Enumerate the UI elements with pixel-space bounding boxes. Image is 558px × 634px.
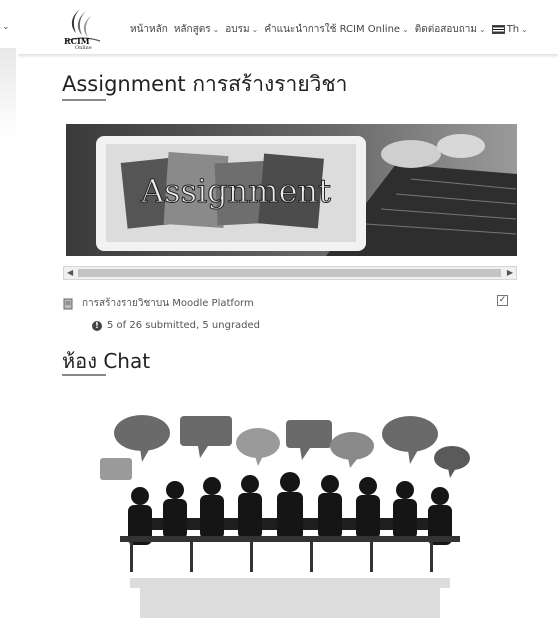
navbar-shadow	[18, 54, 558, 58]
nav-item-label: ติดต่อสอบถาม	[414, 24, 477, 35]
section-title-assignment: Assignment การสร้างรายวิชา	[62, 72, 348, 96]
main-nav: หน้าหลัก หลักสูตร ⌄ อบรม ⌄ คำแนะนำการใช้…	[130, 22, 528, 37]
chevron-down-icon: ⌄	[251, 25, 259, 34]
language-label: Th	[506, 24, 520, 35]
logo-subtext: Online	[75, 45, 92, 51]
nav-item-contact[interactable]: ติดต่อสอบถาม ⌄	[415, 22, 486, 37]
submission-status: ! 5 of 26 submitted, 5 ungraded	[92, 320, 260, 331]
left-panel-fade	[0, 48, 16, 138]
info-icon: !	[92, 320, 102, 331]
horizontal-scrollbar[interactable]: ◀ ▶	[63, 266, 517, 280]
left-sidebar-edge: ⌄	[0, 0, 18, 632]
chevron-down-icon: ⌄	[402, 25, 409, 34]
language-flag-icon	[491, 25, 505, 34]
assignment-icon	[63, 298, 73, 309]
nav-item-label: คำแนะนำการใช้ RCIM Online	[264, 24, 401, 35]
section-underline	[62, 99, 106, 101]
chevron-down-icon: ⌄	[212, 25, 220, 34]
nav-item-guide[interactable]: คำแนะนำการใช้ RCIM Online ⌄	[264, 22, 408, 37]
assignment-banner-image: Assignment	[66, 124, 517, 256]
nav-item-training[interactable]: อบรม ⌄	[225, 22, 258, 37]
nav-item-home[interactable]: หน้าหลัก	[130, 22, 168, 37]
checkbox-checked-icon[interactable]: ✓	[497, 295, 508, 306]
scrollbar-thumb[interactable]	[78, 269, 501, 277]
section-underline	[62, 374, 106, 376]
scroll-right-icon[interactable]: ▶	[507, 268, 513, 277]
submission-status-text: 5 of 26 submitted, 5 ungraded	[107, 320, 261, 331]
nav-item-label: อบรม	[225, 24, 250, 35]
activity-link[interactable]: การสร้างรายวิชาบน Moodle Platform	[62, 296, 254, 311]
nav-item-courses[interactable]: หลักสูตร ⌄	[174, 22, 219, 37]
scroll-left-icon[interactable]: ◀	[67, 268, 73, 277]
chevron-down-icon: ⌄	[521, 25, 528, 34]
chevron-down-icon[interactable]: ⌄	[2, 22, 10, 32]
nav-item-label: หลักสูตร	[173, 24, 211, 35]
nav-item-label: หน้าหลัก	[130, 24, 168, 35]
activity-label: การสร้างรายวิชาบน Moodle Platform	[82, 298, 254, 309]
top-navbar: RCIM Online หน้าหลัก หลักสูตร ⌄ อบรม ⌄ ค…	[18, 0, 558, 58]
section-title-chat: ห้อง Chat	[62, 349, 151, 373]
banner-text: Assignment	[140, 172, 331, 210]
chevron-down-icon: ⌄	[478, 25, 486, 34]
chat-meeting-image	[100, 408, 480, 630]
language-selector[interactable]: Th ⌄	[491, 24, 528, 35]
